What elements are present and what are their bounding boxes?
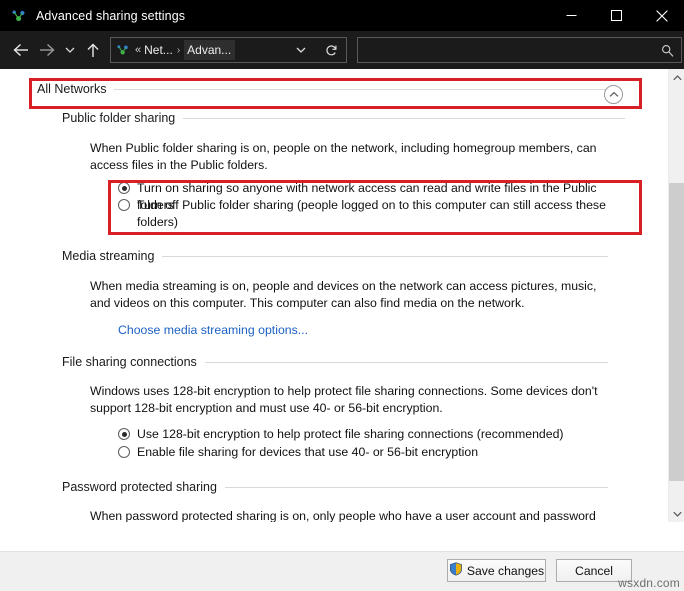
close-button[interactable] (639, 0, 684, 31)
header-rule (204, 361, 608, 363)
up-button[interactable] (80, 36, 106, 64)
radio-indicator[interactable] (118, 182, 130, 194)
network-sharing-icon (116, 43, 130, 57)
section-title: File sharing connections (62, 355, 197, 369)
radio-label: Turn off Public folder sharing (people l… (137, 198, 606, 229)
save-changes-button[interactable]: Save changes (447, 559, 546, 582)
radio-label: Enable file sharing for devices that use… (137, 445, 479, 459)
header-rule (183, 117, 625, 119)
window-title: Advanced sharing settings (36, 8, 186, 23)
minimize-button[interactable] (549, 0, 594, 31)
section-title: Public folder sharing (62, 111, 176, 125)
all-networks-header[interactable]: All Networks (37, 82, 622, 96)
all-networks-label: All Networks (37, 82, 107, 96)
breadcrumb-item-network[interactable]: Net... (144, 43, 173, 57)
radio-option-turn-off-public-sharing[interactable]: Turn off Public folder sharing (people l… (118, 197, 608, 230)
watermark: wsxdn.com (618, 576, 680, 590)
address-bar[interactable]: « Net... › Advan... (110, 37, 347, 63)
scroll-up-arrow-icon[interactable] (669, 69, 684, 86)
section-header-media-streaming: Media streaming (62, 249, 608, 263)
back-button[interactable] (8, 36, 34, 64)
search-box[interactable] (357, 37, 682, 63)
radio-indicator[interactable] (118, 446, 130, 458)
scrollbar-thumb[interactable] (669, 183, 684, 481)
radio-option-enable-40-56-bit-encryption[interactable]: Enable file sharing for devices that use… (118, 444, 608, 461)
caption-buttons (549, 0, 684, 31)
advanced-sharing-settings-window: Advanced sharing settings « Net... › Adv… (0, 0, 684, 591)
section-title: Media streaming (62, 249, 155, 263)
vertical-scrollbar[interactable] (668, 69, 684, 522)
uac-shield-icon (449, 562, 463, 579)
settings-content-pane: All Networks Public folder sharing When … (0, 69, 668, 522)
section-title: Password protected sharing (62, 480, 217, 494)
choose-media-streaming-options-link[interactable]: Choose media streaming options... (118, 323, 308, 337)
forward-button[interactable] (34, 36, 60, 64)
section-paragraph-password-protected-sharing: When password protected sharing is on, o… (90, 509, 596, 522)
breadcrumb-item-advanced[interactable]: Advan... (184, 40, 236, 60)
section-header-file-sharing-connections: File sharing connections (62, 355, 608, 369)
breadcrumb-arrow-icon: › (176, 44, 181, 56)
navigation-bar: « Net... › Advan... (0, 31, 684, 69)
header-rule (162, 255, 608, 257)
header-rule (224, 486, 608, 488)
cancel-label: Cancel (575, 563, 613, 578)
section-header-public-folder-sharing: Public folder sharing (62, 111, 625, 125)
section-paragraph-media-streaming: When media streaming is on, people and d… (90, 279, 597, 310)
search-icon[interactable] (661, 38, 674, 62)
save-changes-label: Save changes (466, 563, 545, 578)
section-paragraph-public-folder-sharing: When Public folder sharing is on, people… (90, 141, 597, 172)
radio-label: Use 128-bit encryption to help protect f… (137, 427, 564, 441)
title-bar: Advanced sharing settings (0, 0, 684, 31)
breadcrumb-separator-root: « (135, 44, 142, 56)
all-networks-collapse-button[interactable] (604, 85, 623, 104)
header-rule (114, 88, 622, 90)
section-header-password-protected-sharing: Password protected sharing (62, 480, 608, 494)
dialog-footer: Save changes Cancel wsxdn.com (0, 551, 684, 591)
network-sharing-icon (11, 8, 27, 24)
refresh-icon[interactable] (325, 38, 338, 62)
radio-indicator[interactable] (118, 428, 130, 440)
radio-indicator[interactable] (118, 199, 130, 211)
recent-locations-button[interactable] (60, 36, 80, 64)
chevron-down-icon[interactable] (296, 38, 306, 62)
radio-option-use-128-bit-encryption[interactable]: Use 128-bit encryption to help protect f… (118, 426, 608, 443)
maximize-button[interactable] (594, 0, 639, 31)
section-paragraph-file-sharing-connections: Windows uses 128-bit encryption to help … (90, 384, 598, 415)
scroll-down-arrow-icon[interactable] (669, 505, 684, 522)
